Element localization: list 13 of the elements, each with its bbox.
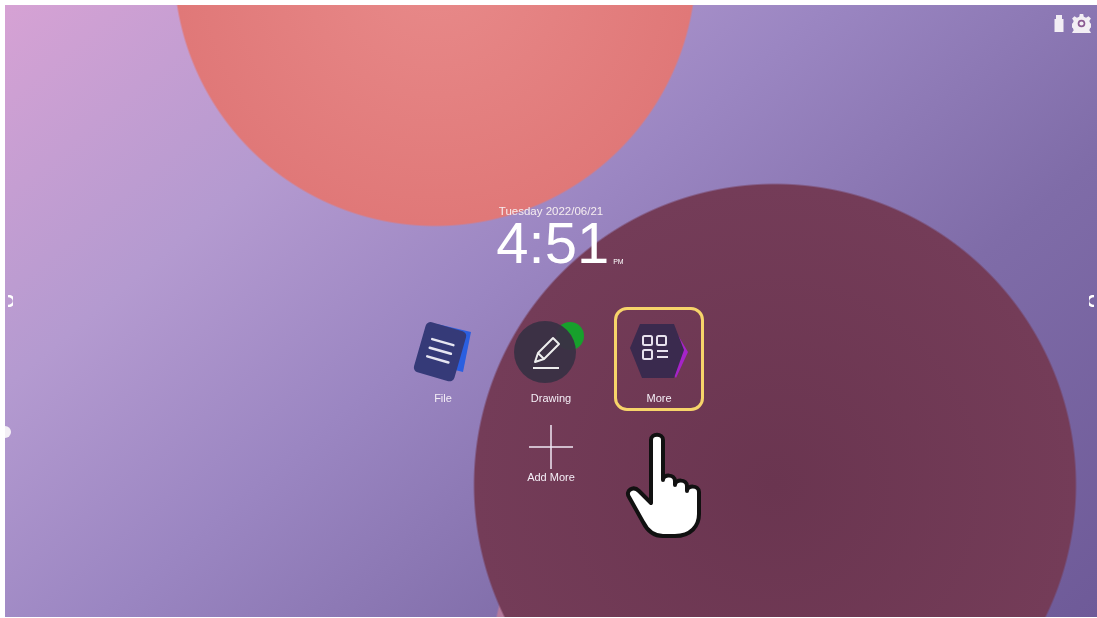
plus-icon[interactable] <box>529 425 573 469</box>
app-label: More <box>646 392 672 404</box>
settings-icon[interactable] <box>1072 13 1091 33</box>
clock-time: 4:51 <box>496 217 610 269</box>
edge-handle-icon[interactable] <box>7 295 13 307</box>
date-text: Tuesday 2022/06/21 <box>498 205 604 217</box>
edge-handle-icon[interactable] <box>1089 295 1095 307</box>
app-label: File <box>434 392 452 404</box>
app-label: Drawing <box>530 392 572 404</box>
app-tile[interactable]: Drawing <box>506 307 596 411</box>
usb-drive-icon[interactable] <box>1054 14 1064 32</box>
add-more-label[interactable]: Add More <box>527 471 575 483</box>
app-tile[interactable]: More <box>614 307 704 411</box>
